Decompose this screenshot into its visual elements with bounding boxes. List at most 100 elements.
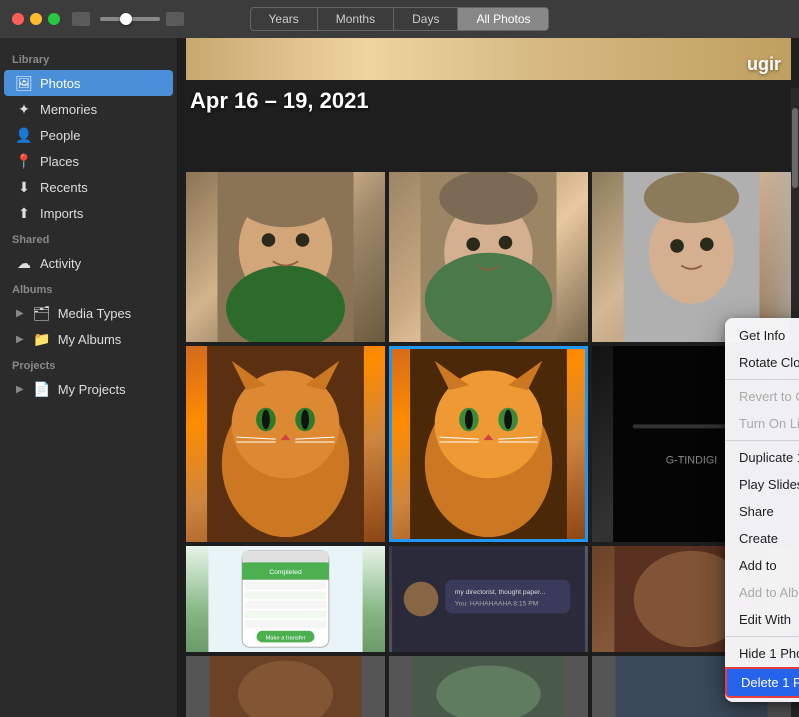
- sidebar-item-photos[interactable]: 🖼 Photos: [4, 70, 173, 96]
- activity-icon: ☁: [16, 255, 32, 271]
- tab-all-photos[interactable]: All Photos: [458, 7, 549, 31]
- my-projects-disclosure-icon: ▶: [16, 384, 24, 395]
- view-tabs: Years Months Days All Photos: [250, 7, 550, 31]
- menu-item-duplicate[interactable]: Duplicate 1 Photo: [725, 444, 799, 471]
- sidebar: Library 🖼 Photos ✦ Memories 👤 People 📍 P…: [0, 38, 178, 717]
- imports-icon: ⬆: [16, 205, 32, 221]
- sidebar-item-memories-label: Memories: [40, 102, 97, 117]
- menu-item-create[interactable]: Create ▶: [725, 525, 799, 552]
- sidebar-item-people[interactable]: 👤 People: [4, 122, 173, 148]
- photo-phone-screenshot[interactable]: Completed Make a transfer: [186, 546, 385, 652]
- my-albums-disclosure-icon: ▶: [16, 334, 24, 345]
- memories-icon: ✦: [16, 101, 32, 117]
- zoom-slider-container: [100, 17, 160, 21]
- menu-item-rotate-clockwise[interactable]: Rotate Clockwise: [725, 349, 799, 376]
- menu-item-hide-1-photo[interactable]: Hide 1 Photo: [725, 640, 799, 667]
- sidebar-item-imports-label: Imports: [40, 206, 83, 221]
- context-menu: Get Info Rotate Clockwise Revert to Orig…: [725, 318, 799, 702]
- svg-text:Completed: Completed: [269, 569, 302, 576]
- my-albums-icon: 📁: [34, 331, 50, 347]
- partial-top-strip: ugir: [186, 38, 791, 80]
- sidebar-item-activity[interactable]: ☁ Activity: [4, 250, 173, 276]
- menu-item-add-to-album: Add to Album: [725, 579, 799, 606]
- photo-baby-3[interactable]: [592, 172, 791, 342]
- sidebar-item-media-types[interactable]: ▶ 🗂 Media Types: [4, 300, 173, 326]
- fullscreen-button[interactable]: [48, 13, 60, 25]
- tab-days[interactable]: Days: [394, 7, 458, 31]
- media-types-disclosure-icon: ▶: [16, 308, 24, 319]
- second-row: G-TINDIGI: [178, 342, 799, 542]
- tab-years[interactable]: Years: [250, 7, 318, 31]
- my-projects-icon: 📄: [34, 381, 50, 397]
- library-section-label: Library: [0, 46, 177, 70]
- minimize-button[interactable]: [30, 13, 42, 25]
- photo-chat[interactable]: my directorist, thought paper... You: HA…: [389, 546, 588, 652]
- sidebar-item-media-types-label: Media Types: [58, 306, 131, 321]
- photo-cat-selected[interactable]: [389, 346, 588, 542]
- fade-overlay: [761, 172, 791, 342]
- cat-selected-bg: [389, 346, 588, 542]
- media-types-icon: 🗂: [34, 305, 50, 321]
- third-row: Completed Make a transfer: [178, 542, 799, 652]
- tab-months[interactable]: Months: [318, 7, 394, 31]
- content-inner: ugir Apr 16 – 19, 2021: [178, 38, 799, 717]
- svg-text:my directorist, thought paper.: my directorist, thought paper...: [455, 589, 546, 596]
- menu-item-play-slideshow[interactable]: Play Slideshow: [725, 471, 799, 498]
- sidebar-item-my-projects[interactable]: ▶ 📄 My Projects: [4, 376, 173, 402]
- bottom-row: [178, 652, 799, 717]
- photo-cat-1[interactable]: [186, 346, 385, 542]
- albums-section-label: Albums: [0, 276, 177, 300]
- svg-text:You: HAHAHAAHA 8:15 PM: You: HAHAHAAHA 8:15 PM: [455, 601, 539, 608]
- content-area: ugir Apr 16 – 19, 2021: [178, 38, 799, 717]
- cat-orange-bg: [186, 346, 385, 542]
- main-layout: Library 🖼 Photos ✦ Memories 👤 People 📍 P…: [0, 38, 799, 717]
- sidebar-item-imports[interactable]: ⬆ Imports: [4, 200, 173, 226]
- shared-section-label: Shared: [0, 226, 177, 250]
- phone-screenshot-bg: Completed Make a transfer: [186, 546, 385, 652]
- sidebar-item-my-albums-label: My Albums: [58, 332, 122, 347]
- menu-separator-1: [725, 379, 799, 380]
- photo-baby-2[interactable]: [389, 172, 588, 342]
- projects-section-label: Projects: [0, 352, 177, 376]
- sidebar-item-my-projects-label: My Projects: [58, 382, 126, 397]
- sidebar-item-recents[interactable]: ⬇ Recents: [4, 174, 173, 200]
- menu-separator-3: [725, 636, 799, 637]
- baby-face-2-bg: [389, 172, 588, 342]
- zoom-thumb[interactable]: [120, 13, 132, 25]
- date-header: Apr 16 – 19, 2021: [178, 80, 799, 122]
- svg-text:G-TINDIGI: G-TINDIGI: [666, 455, 717, 467]
- menu-item-share[interactable]: Share ▶: [725, 498, 799, 525]
- sidebar-item-my-albums[interactable]: ▶ 📁 My Albums: [4, 326, 173, 352]
- sidebar-item-places[interactable]: 📍 Places: [4, 148, 173, 174]
- title-bar: Years Months Days All Photos: [0, 0, 799, 38]
- traffic-lights: [0, 13, 60, 25]
- expand-button[interactable]: [166, 12, 184, 26]
- people-icon: 👤: [16, 127, 32, 143]
- sidebar-item-places-label: Places: [40, 154, 79, 169]
- strip-text: ugir: [747, 54, 781, 75]
- menu-separator-2: [725, 440, 799, 441]
- sidebar-item-recents-label: Recents: [40, 180, 88, 195]
- sidebar-item-memories[interactable]: ✦ Memories: [4, 96, 173, 122]
- photos-icon: 🖼: [16, 75, 32, 91]
- zoom-track[interactable]: [100, 17, 160, 21]
- sidebar-toggle[interactable]: [72, 12, 90, 26]
- recents-icon: ⬇: [16, 179, 32, 195]
- photo-bottom-2[interactable]: [389, 656, 588, 717]
- baby-photos-row: [178, 122, 799, 342]
- menu-item-edit-with[interactable]: Edit With ▶: [725, 606, 799, 633]
- chat-photo-bg: my directorist, thought paper... You: HA…: [389, 546, 588, 652]
- menu-item-get-info[interactable]: Get Info: [725, 322, 799, 349]
- menu-item-revert-to-original: Revert to Original: [725, 383, 799, 410]
- svg-text:Make a transfer: Make a transfer: [265, 635, 305, 641]
- menu-item-delete-1-photo[interactable]: Delete 1 Photo: [725, 667, 799, 698]
- photo-baby-1[interactable]: [186, 172, 385, 342]
- sidebar-item-people-label: People: [40, 128, 80, 143]
- menu-item-add-to[interactable]: Add to ▶: [725, 552, 799, 579]
- menu-item-turn-on-live-photo: Turn On Live Photo: [725, 410, 799, 437]
- close-button[interactable]: [12, 13, 24, 25]
- photo-bottom-1[interactable]: [186, 656, 385, 717]
- sidebar-item-photos-label: Photos: [40, 76, 80, 91]
- places-icon: 📍: [16, 153, 32, 169]
- baby-face-1-bg: [186, 172, 385, 342]
